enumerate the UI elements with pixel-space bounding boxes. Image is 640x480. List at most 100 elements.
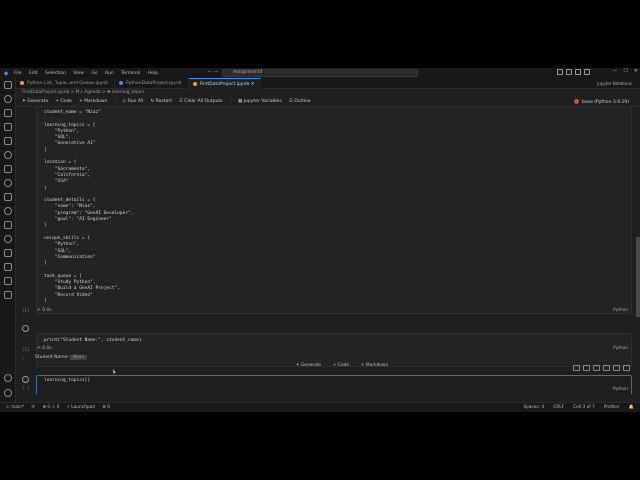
- indentation-indicator[interactable]: Spaces: 4: [523, 405, 544, 410]
- timeline-icon[interactable]: [4, 235, 12, 243]
- cell-1-execution-count: [1]: [22, 308, 30, 313]
- database-icon[interactable]: [4, 221, 12, 229]
- tab-first-data-project[interactable]: FirstDataProject.ipynb ✕: [188, 78, 262, 89]
- cell-3-language[interactable]: Python: [613, 387, 628, 392]
- tab-python-list-tuple-queue[interactable]: Python List, Tuple, and Queue.ipynb: [16, 78, 115, 89]
- ports-indicator[interactable]: ⊗ 0: [102, 405, 110, 410]
- menu-view[interactable]: View: [73, 71, 84, 76]
- prettier-indicator[interactable]: Prettier: [604, 405, 620, 410]
- launchpad-indicator[interactable]: ⚡ Launchpad: [67, 405, 95, 410]
- editor-scrollbar[interactable]: [636, 107, 640, 394]
- sync-icon[interactable]: ⟳: [31, 405, 35, 410]
- branch-indicator[interactable]: ⚠ main*: [6, 405, 24, 410]
- close-icon[interactable]: ✕: [634, 68, 638, 74]
- scrollbar-thumb[interactable]: [636, 237, 640, 317]
- jupyter-icon[interactable]: [4, 263, 12, 271]
- cell-3-run-icon[interactable]: [22, 376, 29, 383]
- add-markdown-button[interactable]: + Markdown: [79, 99, 107, 104]
- search-icon[interactable]: [4, 95, 12, 103]
- explorer-icon[interactable]: [4, 81, 12, 89]
- cell-1-success-icon: ✔ 0.0s: [37, 308, 52, 313]
- toggle-sidebar-icon[interactable]: [557, 69, 563, 75]
- cell-3-source[interactable]: learning_topics[]: [44, 378, 90, 384]
- title-bar: ◆ File Edit Selection View Go Run Termin…: [0, 68, 640, 78]
- cell-toolbar: [573, 365, 630, 371]
- add-generate-button[interactable]: ✦ Generate: [296, 363, 321, 368]
- cell-2-success-icon: ✔ 0.0s: [37, 346, 52, 351]
- accounts-icon[interactable]: [4, 374, 12, 382]
- cell-2-run-icon[interactable]: [22, 325, 29, 332]
- run-all-button[interactable]: ▷ Run All: [123, 99, 144, 104]
- notebook-toolbar: ✦ Generate + Code + Markdown | ▷ Run All…: [16, 97, 640, 107]
- split-cell-icon[interactable]: [603, 365, 610, 371]
- window-controls: — ☐ ✕: [612, 68, 638, 74]
- cell-1-source[interactable]: student_name = "Niaz" learning_topics = …: [44, 110, 133, 305]
- menu-selection[interactable]: Selection: [45, 71, 66, 76]
- menu-run[interactable]: Run: [105, 71, 114, 76]
- ports-icon[interactable]: [4, 249, 12, 257]
- toggle-panel-icon[interactable]: [566, 69, 572, 75]
- code-cell-3[interactable]: [36, 375, 632, 394]
- cell-2-execution-count: [2]: [22, 347, 30, 352]
- vscode-window: ◆ File Edit Selection View Go Run Termin…: [0, 68, 640, 412]
- tab-python-data-project[interactable]: PythonDataProject.ipynb: [115, 78, 189, 89]
- vscode-logo-icon: ◆: [3, 69, 9, 77]
- cell-2-language[interactable]: Python: [613, 346, 628, 351]
- cell-3-execution-count: [ ]: [22, 385, 30, 390]
- minimize-icon[interactable]: —: [612, 68, 617, 74]
- command-center[interactable]: Assignment4: [222, 69, 418, 77]
- execute-below-icon[interactable]: [593, 365, 600, 371]
- menu-help[interactable]: Help: [148, 71, 158, 76]
- notifications-icon[interactable]: 🔔: [629, 405, 634, 410]
- cell-1-language[interactable]: Python: [613, 308, 628, 313]
- extensions-icon[interactable]: [4, 137, 12, 145]
- source-control-icon[interactable]: [4, 109, 12, 117]
- clear-outputs-button[interactable]: ☰ Clear All Outputs: [179, 99, 223, 104]
- testing-icon[interactable]: [4, 165, 12, 173]
- notebook-icon: [20, 80, 24, 85]
- output-collapse-icon[interactable]: …: [22, 355, 24, 360]
- restart-button[interactable]: ↻ Restart: [150, 99, 171, 104]
- toggle-secondary-sidebar-icon[interactable]: [575, 69, 581, 75]
- pylance-icon[interactable]: [4, 291, 12, 299]
- kernel-picker[interactable]: base (Python 3.9.19): [573, 98, 636, 105]
- live-share-icon[interactable]: [4, 277, 12, 285]
- add-cell-bar: ✦ Generate + Code + Markdown: [296, 363, 388, 368]
- github-icon[interactable]: [4, 207, 12, 215]
- execute-above-icon[interactable]: [583, 365, 590, 371]
- copilot-icon[interactable]: [4, 193, 12, 201]
- more-actions-icon[interactable]: [613, 365, 620, 371]
- cell-position-indicator[interactable]: Cell 3 of 7: [573, 405, 595, 410]
- layout-controls: [557, 69, 590, 75]
- nav-arrows-icon[interactable]: ← →: [208, 69, 218, 75]
- cell-2-source[interactable]: print("Student Name:", student_name): [44, 338, 142, 344]
- activity-bar: [0, 78, 16, 402]
- run-by-line-icon[interactable]: [573, 365, 580, 371]
- kernel-status-icon: [573, 98, 579, 104]
- editor-type-label: Jupyter Notebook: [597, 81, 632, 86]
- menu-go[interactable]: Go: [91, 71, 97, 76]
- editor-tabs: Python List, Tuple, and Queue.ipynb Pyth…: [16, 78, 640, 89]
- menu-edit[interactable]: Edit: [29, 71, 38, 76]
- add-markdown-cell-button[interactable]: + Markdown: [361, 363, 388, 368]
- remote-explorer-icon[interactable]: [4, 151, 12, 159]
- customize-layout-icon[interactable]: [584, 69, 590, 75]
- maximize-icon[interactable]: ☐: [623, 68, 627, 74]
- gear-icon[interactable]: [4, 389, 12, 397]
- docker-icon[interactable]: [4, 179, 12, 187]
- delete-cell-icon[interactable]: [623, 365, 630, 371]
- menu-terminal[interactable]: Terminal: [121, 71, 140, 76]
- add-code-button[interactable]: + Code: [55, 99, 72, 104]
- menu-bar: File Edit Selection View Go Run Terminal…: [14, 71, 164, 76]
- jupyter-variables-button[interactable]: ▦ Jupyter Variables: [238, 99, 282, 104]
- menu-file[interactable]: File: [14, 71, 22, 76]
- outline-button[interactable]: ☰ Outline: [289, 99, 311, 104]
- notebook-icon: [192, 81, 197, 86]
- generate-button[interactable]: ✦ Generate: [22, 99, 48, 104]
- line-ending-indicator[interactable]: CRLF: [553, 405, 564, 410]
- problems-indicator[interactable]: ⊗ 0 ⚠ 0: [42, 405, 59, 410]
- add-code-cell-button[interactable]: + Code: [333, 363, 349, 368]
- breadcrumb[interactable]: FirstDataProject.ipynb > M↓ Agenda > ✚ l…: [16, 89, 640, 97]
- output-value: Niaz: [70, 355, 88, 360]
- run-debug-icon[interactable]: [4, 123, 12, 131]
